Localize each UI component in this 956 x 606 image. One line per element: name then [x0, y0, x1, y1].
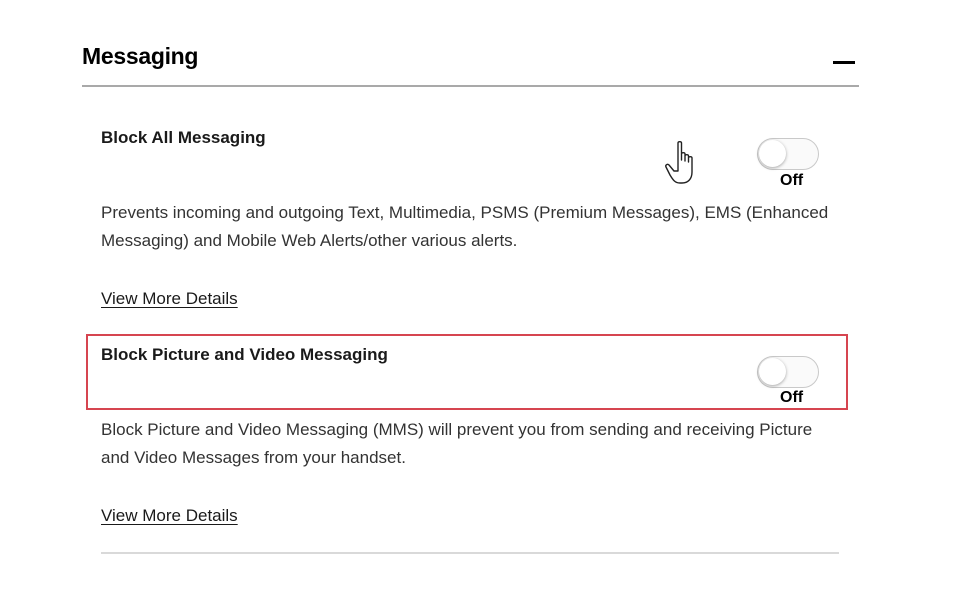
block-all-messaging-description: Prevents incoming and outgoing Text, Mul… [101, 203, 829, 250]
block-picture-video-description: Block Picture and Video Messaging (MMS) … [101, 420, 813, 467]
view-more-details-link-1[interactable]: View More Details [101, 289, 238, 309]
block-all-messaging-state: Off [780, 172, 804, 189]
block-all-messaging-toggle[interactable] [757, 138, 819, 170]
toggle-knob [759, 140, 786, 167]
messaging-section-header[interactable]: Messaging [82, 38, 859, 86]
block-picture-video-toggle[interactable] [757, 356, 819, 388]
section-divider [82, 85, 859, 87]
bottom-divider [101, 552, 839, 554]
hand-pointer-icon [665, 141, 693, 184]
view-more-details-link-2[interactable]: View More Details [101, 506, 238, 526]
minus-icon[interactable] [833, 56, 857, 70]
toggle-knob [759, 358, 786, 385]
block-all-messaging-title: Block All Messaging [101, 128, 266, 147]
block-picture-video-title: Block Picture and Video Messaging [101, 345, 388, 364]
section-title: Messaging [82, 43, 199, 69]
block-picture-video-state: Off [780, 389, 804, 406]
